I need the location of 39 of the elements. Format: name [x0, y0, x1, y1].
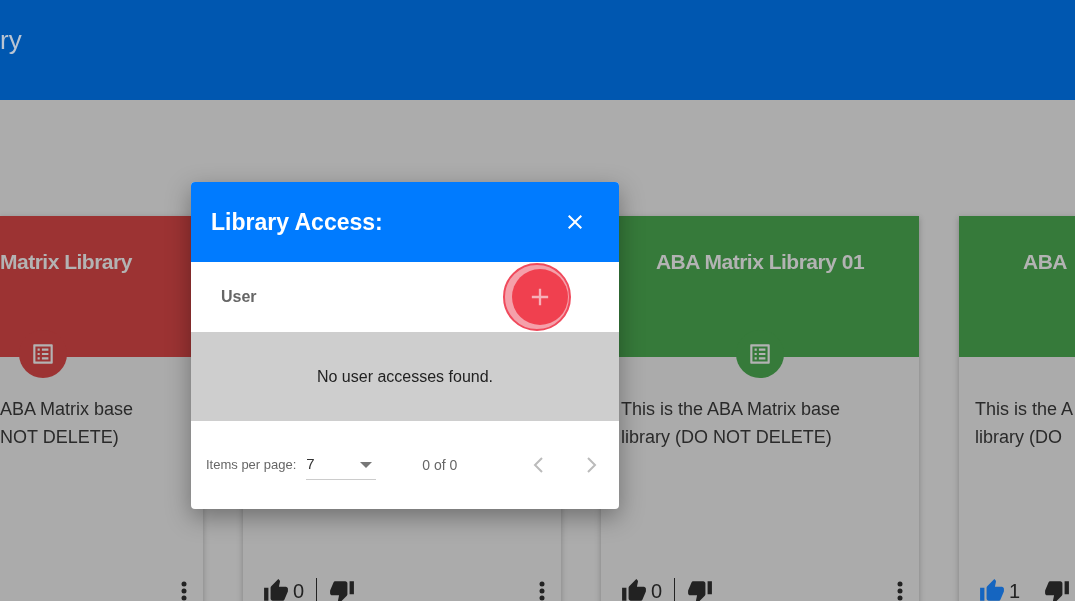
thumbs-down-button[interactable]	[329, 578, 356, 601]
card-description: library (DO	[975, 426, 1063, 449]
thumbs-up-button[interactable]: 0	[621, 576, 663, 601]
dialog-title: Library Access:	[211, 207, 383, 237]
card-description: NOT DELETE)	[0, 426, 120, 449]
page-size-select[interactable]: 7	[306, 450, 377, 480]
chevron-left-icon	[533, 457, 543, 473]
card-title: ABA Matrix Library 01	[655, 249, 865, 275]
more-options-button[interactable]	[539, 581, 545, 601]
card-title: ABA	[1023, 249, 1067, 275]
thumbs-down-icon	[329, 578, 356, 601]
list-icon	[747, 341, 773, 367]
thumbs-down-button[interactable]	[687, 578, 714, 601]
kebab-menu-icon	[181, 581, 187, 601]
thumbs-up-button[interactable]: 0	[263, 576, 305, 601]
page-title: ry	[0, 23, 22, 57]
kebab-menu-icon	[539, 581, 545, 601]
card-description: ABA Matrix base	[0, 398, 135, 421]
column-header: User	[221, 287, 257, 307]
dropdown-caret-icon	[360, 461, 373, 468]
kebab-menu-icon	[897, 581, 903, 601]
thumbs-up-icon	[979, 578, 1005, 601]
card-title: Matrix Library	[0, 249, 132, 275]
list-icon	[30, 341, 56, 367]
card-description: library (DO NOT DELETE)	[621, 426, 833, 449]
thumbs-down-button[interactable]	[1044, 578, 1071, 601]
thumbs-down-icon	[687, 578, 714, 601]
thumbs-up-icon	[621, 578, 647, 601]
more-options-button[interactable]	[181, 581, 187, 601]
chevron-right-icon	[587, 457, 597, 473]
thumbs-up-button[interactable]: 1	[979, 576, 1021, 601]
empty-message: No user accesses found.	[316, 366, 494, 387]
more-options-button[interactable]	[897, 581, 903, 601]
thumbs-up-icon	[263, 578, 289, 601]
items-per-page-label: Items per page:	[206, 456, 297, 475]
card-description: This is the ABA Matrix base	[621, 398, 842, 421]
thumbs-down-icon	[1044, 578, 1071, 601]
card-description: This is the A	[975, 398, 1075, 421]
page-range: 0 of 0	[422, 455, 458, 475]
